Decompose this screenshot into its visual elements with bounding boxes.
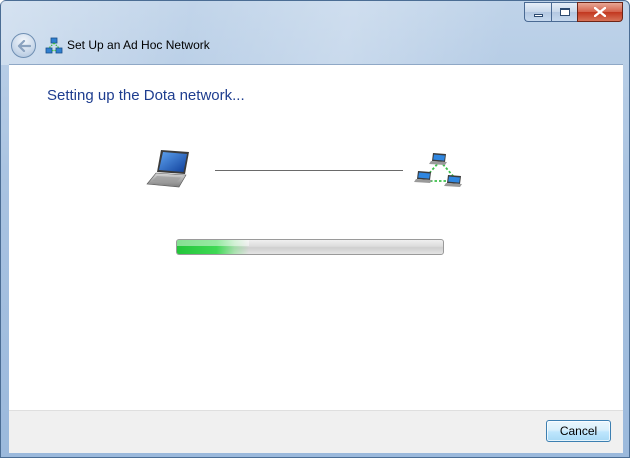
wizard-navbar: Set Up an Ad Hoc Network [1, 29, 629, 63]
progress-fill [177, 240, 249, 254]
minimize-icon [533, 13, 543, 17]
caption-buttons [524, 2, 623, 22]
connection-line [215, 170, 403, 171]
page-heading: Setting up the Dota network... [47, 87, 245, 104]
laptop-icon [146, 150, 189, 188]
maximize-button[interactable] [551, 2, 577, 22]
window-title: Set Up an Ad Hoc Network [67, 38, 210, 52]
close-button[interactable] [577, 2, 623, 22]
setup-progress-bar [176, 239, 444, 255]
adhoc-network-icon [45, 37, 63, 54]
close-icon [594, 7, 606, 17]
adhoc-network-large-icon [414, 153, 462, 187]
back-button[interactable] [11, 33, 36, 58]
wizard-window: Set Up an Ad Hoc Network Setting up the … [0, 0, 630, 458]
wizard-content: Setting up the Dota network... [9, 64, 623, 410]
cancel-button[interactable]: Cancel [546, 420, 611, 442]
back-arrow-icon [17, 39, 31, 52]
minimize-button[interactable] [524, 2, 551, 22]
wizard-footer: Cancel [9, 410, 623, 453]
maximize-icon [559, 8, 570, 16]
